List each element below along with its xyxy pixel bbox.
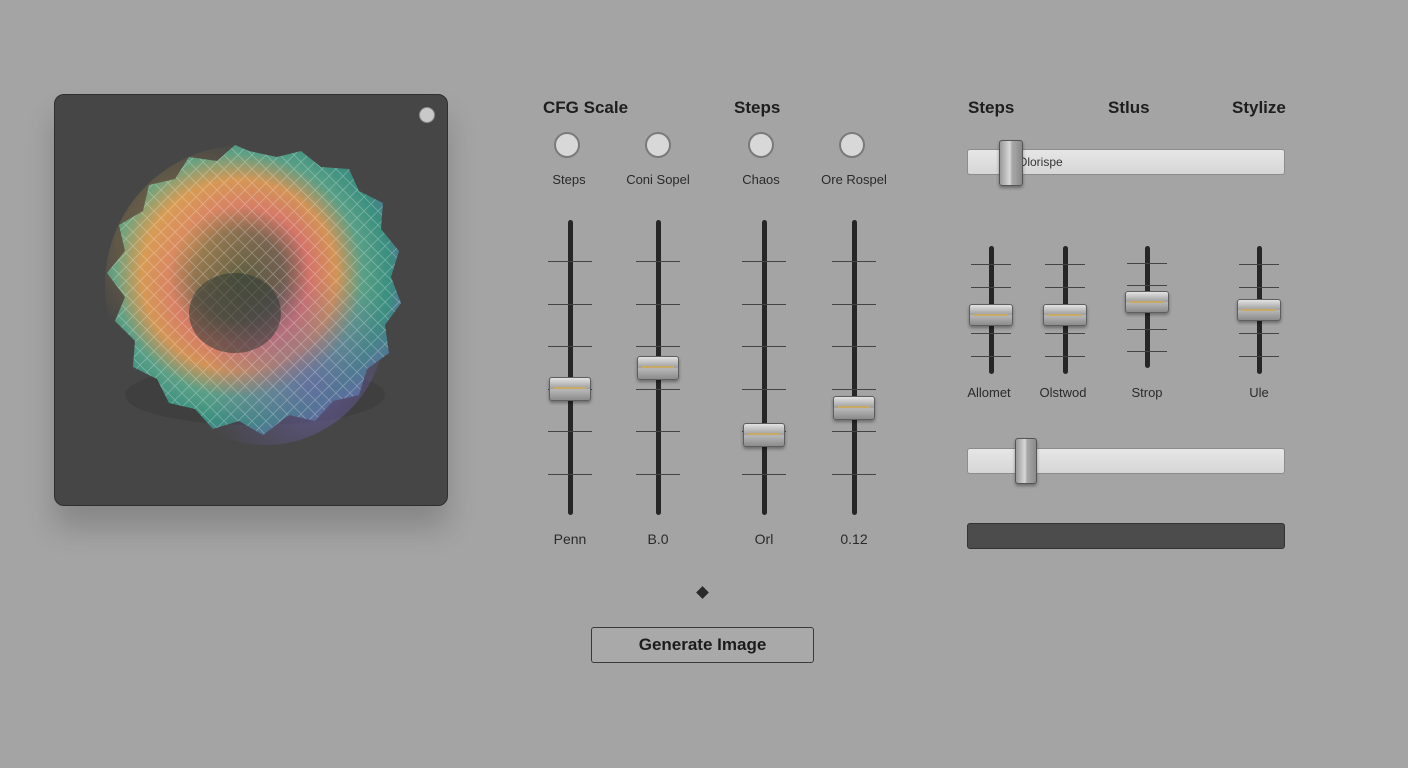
fader-tick — [742, 303, 786, 305]
radio-ore-rospel[interactable] — [839, 132, 865, 158]
fader-thumb[interactable] — [969, 304, 1013, 327]
radio-chaos[interactable] — [748, 132, 774, 158]
fader-thumb[interactable] — [1125, 291, 1169, 313]
fader-tick — [832, 261, 876, 263]
fader-track[interactable] — [567, 220, 573, 515]
fader-tick — [742, 346, 786, 348]
fader-thumb[interactable] — [833, 396, 875, 421]
fader-thumb[interactable] — [1043, 304, 1087, 327]
small-fader-allomet[interactable] — [966, 246, 1016, 374]
small-fader-label: Ule — [1249, 385, 1269, 400]
generate-image-button[interactable]: Generate Image — [591, 627, 814, 663]
fader-track[interactable] — [761, 220, 767, 515]
fader-tick — [971, 263, 1011, 265]
fader-tick — [1045, 356, 1085, 358]
fader-tick — [742, 473, 786, 475]
fader-tick — [832, 431, 876, 433]
top-slider-thumb[interactable] — [998, 140, 1023, 186]
fader-tick — [1045, 263, 1085, 265]
fader-value: 0.12 — [840, 531, 868, 547]
fader-tick — [971, 356, 1011, 358]
fader-thumb[interactable] — [1237, 299, 1281, 321]
steps-right-header: Steps — [968, 98, 1015, 117]
radio-coni-sopel[interactable] — [645, 132, 671, 158]
diamond-indicator-icon — [696, 586, 709, 599]
fader-thumb[interactable] — [637, 355, 679, 380]
small-fader-olstwod[interactable] — [1040, 246, 1090, 374]
fader-tick — [1127, 263, 1167, 265]
fader-tick — [548, 303, 592, 305]
fader-tick — [636, 303, 680, 305]
top-slider-text: Olorispe — [1018, 155, 1063, 169]
image-preview — [54, 94, 448, 506]
fader-thumb[interactable] — [549, 377, 591, 402]
fader-tick — [548, 473, 592, 475]
fader-tick — [1239, 333, 1279, 335]
fader-tick — [1127, 285, 1167, 287]
fader-tick — [832, 388, 876, 390]
fader-tick — [1239, 286, 1279, 288]
small-fader-strop[interactable] — [1122, 246, 1172, 368]
fader-tick — [1239, 263, 1279, 265]
preview-status-dot[interactable] — [419, 107, 435, 123]
fader-thumb[interactable] — [743, 423, 785, 448]
fader-tick — [742, 261, 786, 263]
radio-steps[interactable] — [554, 132, 580, 158]
fader-value: B.0 — [647, 531, 669, 547]
fader-tick — [1045, 333, 1085, 335]
generated-sphere-image — [105, 145, 401, 445]
stlus-header: Stlus — [1108, 98, 1150, 117]
output-progress-bar — [967, 523, 1285, 549]
fader-tick — [832, 303, 876, 305]
fader-tick — [636, 431, 680, 433]
fader-tick — [1239, 356, 1279, 358]
fader-b0[interactable] — [633, 220, 683, 515]
fader-tick — [1127, 350, 1167, 352]
fader-tick — [832, 346, 876, 348]
fader-value: Penn — [553, 531, 587, 547]
fader-tick — [971, 286, 1011, 288]
fader-orl[interactable] — [739, 220, 789, 515]
fader-penn[interactable] — [545, 220, 595, 515]
fader-tick — [1045, 286, 1085, 288]
bottom-slider-thumb[interactable] — [1014, 438, 1037, 484]
steps-header: Steps — [734, 98, 781, 117]
stylize-header: Stylize — [1232, 98, 1286, 117]
fader-tick — [636, 388, 680, 390]
fader-tick — [548, 431, 592, 433]
small-fader-label: Strop — [1131, 385, 1163, 400]
cfg-scale-header: CFG Scale — [543, 98, 629, 117]
fader-tick — [971, 333, 1011, 335]
fader-tick — [1127, 328, 1167, 330]
fader-value: Orl — [754, 531, 774, 547]
fader-tick — [636, 473, 680, 475]
fader-tick — [636, 261, 680, 263]
fader-tick — [742, 388, 786, 390]
fader-track[interactable] — [851, 220, 857, 515]
radio-label: Ore Rospel — [821, 172, 887, 187]
fader-tick — [636, 346, 680, 348]
fader-tick — [548, 346, 592, 348]
fader-tick — [832, 473, 876, 475]
radio-label: Coni Sopel — [626, 172, 690, 187]
fader-012[interactable] — [829, 220, 879, 515]
small-fader-ule[interactable] — [1234, 246, 1284, 374]
fader-tick — [548, 261, 592, 263]
